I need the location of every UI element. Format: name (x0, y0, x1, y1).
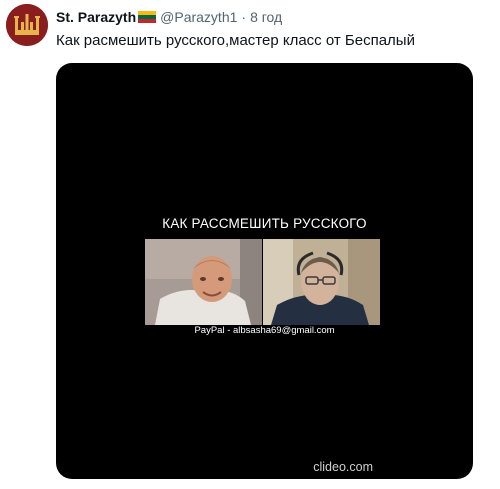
video-frame-right-person (263, 239, 380, 325)
lithuania-flag-icon (138, 11, 157, 23)
user-handle[interactable]: @Parazyth1 (160, 9, 237, 25)
tweet-text: Как расмешить русского,мастер класс от Б… (56, 32, 415, 49)
tweet-timestamp[interactable]: 8 год (250, 9, 282, 25)
video-caption: PayPal - albsasha69@gmail.com (194, 325, 335, 336)
video-title-overlay: КАК РАССМЕШИТЬ РУССКОГО (162, 216, 367, 231)
castle-logo-icon (6, 4, 48, 46)
clideo-watermark: clideo.com (313, 460, 373, 474)
video-player[interactable]: КАК РАССМЕШИТЬ РУССКОГО PayPal - albsash… (56, 63, 473, 479)
video-frame-left-person (145, 239, 262, 325)
display-name[interactable]: St. Parazyth (56, 9, 136, 25)
tweet-header: St. Parazyth @Parazyth1 · 8 год (56, 9, 282, 25)
separator-dot: · (241, 9, 247, 25)
avatar[interactable] (6, 4, 48, 46)
